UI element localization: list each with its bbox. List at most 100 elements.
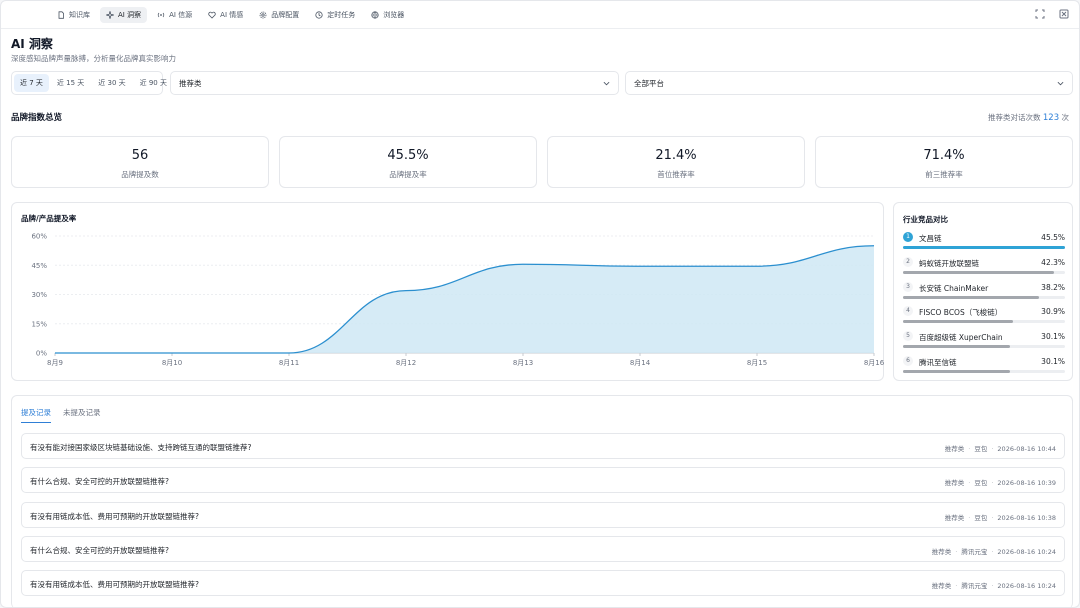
x-tick-label: 8月12 xyxy=(396,359,416,367)
nav-tab-label: 知识库 xyxy=(69,11,90,19)
kpi-label: 首位推荐率 xyxy=(657,170,695,179)
nav-tabs: 知识库 AI 洞察 AI 信源 AI 情感 品牌配置 定时任务 浏览器 xyxy=(51,7,410,23)
record-time: 2026-08-16 10:44 xyxy=(997,445,1056,453)
record-tab[interactable]: 提及记录 xyxy=(21,407,51,423)
record-meta: 推荐类 · 腾讯元宝 · 2026-08-16 10:24 xyxy=(932,546,1056,556)
record-source: 腾讯元宝 xyxy=(961,582,988,591)
y-tick-label: 45% xyxy=(31,262,47,270)
record-tab[interactable]: 未提及记录 xyxy=(63,407,101,423)
globe-icon xyxy=(371,11,379,19)
document-icon xyxy=(57,11,65,19)
x-tick-label: 8月15 xyxy=(747,359,767,367)
meta-separator: · xyxy=(968,445,971,453)
competitor-value: 38.2% xyxy=(1041,282,1065,292)
record-time: 2026-08-16 10:24 xyxy=(997,582,1056,591)
record-question: 有没有能对接国家级区块链基础设施、支持跨链互通的联盟链推荐? xyxy=(30,443,252,452)
range-button[interactable]: 近 90 天 xyxy=(134,74,173,92)
conversation-count-label: 推荐类对话次数 xyxy=(987,113,1041,122)
range-button[interactable]: 近 7 天 xyxy=(14,74,49,92)
competitor-row[interactable]: 2 蚂蚁链开放联盟链 42.3% xyxy=(903,256,1065,277)
nav-tab[interactable]: 品牌配置 xyxy=(253,7,305,23)
record-row[interactable]: 有没有用链成本低、费用可预期的开放联盟链推荐? 推荐类 · 豆包 · 2026-08-16… xyxy=(21,501,1065,528)
competitor-name: 文昌链 xyxy=(919,234,942,243)
record-time: 2026-08-16 10:38 xyxy=(997,513,1056,522)
competitor-rank: 4 xyxy=(903,306,913,317)
conversation-count: 推荐类对话次数 123 次 xyxy=(988,112,1069,123)
record-category: 推荐类 xyxy=(944,445,965,453)
mention-rate-chart-card: 品牌/产品提及率 0% 15% 30% 45% 60% 8月9 8月10 8月11 8月12 8月… xyxy=(11,202,885,381)
kpi-label: 品牌提及率 xyxy=(389,170,427,179)
kpi-value: 56 xyxy=(131,148,149,163)
nav-tab[interactable]: 定时任务 xyxy=(309,7,361,23)
nav-tab[interactable]: AI 信源 xyxy=(151,7,198,23)
nav-tab[interactable]: 知识库 xyxy=(51,7,96,23)
record-row[interactable]: 有什么合规、安全可控的开放联盟链推荐? 推荐类 · 腾讯元宝 · 2026-08-16 1… xyxy=(21,535,1065,562)
close-panel-icon[interactable] xyxy=(1059,9,1069,19)
record-category: 推荐类 xyxy=(931,582,952,591)
nav-tab-label: AI 情感 xyxy=(220,11,244,19)
competitor-bar-fill xyxy=(903,370,1011,373)
record-meta: 推荐类 · 腾讯元宝 · 2026-08-16 10:24 xyxy=(932,580,1056,590)
competitor-bar-track xyxy=(903,270,1065,274)
record-category: 推荐类 xyxy=(944,513,965,522)
competitor-rank: 5 xyxy=(903,331,913,342)
competitor-name: FISCO BCOS（飞梭链） xyxy=(919,308,1003,318)
overview-title: 品牌指数总览 xyxy=(11,113,63,123)
conversation-count-unit: 次 xyxy=(1061,113,1070,122)
window-controls xyxy=(1035,9,1069,19)
kpi-card-top3-rate: 71.4% 前三推荐率 xyxy=(815,136,1073,188)
range-button[interactable]: 近 15 天 xyxy=(51,74,90,92)
competitor-name: 腾讯至信链 xyxy=(919,358,957,367)
chevron-down-icon xyxy=(1057,81,1064,86)
record-time: 2026-08-16 10:39 xyxy=(997,479,1056,488)
meta-separator: · xyxy=(991,445,994,453)
competitor-value: 42.3% xyxy=(1041,257,1065,267)
record-row[interactable]: 有没有能对接国家级区块链基础设施、支持跨链互通的联盟链推荐? 推荐类 · 豆包 · 202… xyxy=(21,433,1065,459)
category-select[interactable]: 推荐类 xyxy=(170,71,619,95)
competitor-rank: 6 xyxy=(903,356,913,366)
record-row[interactable]: 有没有用链成本低、费用可预期的开放联盟链推荐? 推荐类 · 腾讯元宝 · 2026-08-… xyxy=(21,570,1065,597)
competitor-row[interactable]: 3 长安链 ChainMaker 38.2% xyxy=(903,281,1065,302)
top-nav: 知识库 AI 洞察 AI 信源 AI 情感 品牌配置 定时任务 浏览器 xyxy=(1,1,1079,29)
kpi-label: 品牌提及数 xyxy=(121,170,159,179)
kpi-value: 71.4% xyxy=(923,148,965,163)
competitor-row[interactable]: 6 腾讯至信链 30.1% xyxy=(903,356,1065,376)
conversation-count-value: 123 xyxy=(1042,113,1060,123)
competitor-name: 长安链 ChainMaker xyxy=(919,283,989,293)
nav-tab-label: AI 洞察 xyxy=(118,11,142,19)
sparkle-icon xyxy=(106,11,114,19)
records-card: 提及记录 未提及记录 有没有能对接国家级区块链基础设施、支持跨链互通的联盟链推荐?… xyxy=(11,395,1073,607)
platform-select[interactable]: 全部平台 xyxy=(625,71,1073,95)
competitor-row[interactable]: 5 百度超级链 XuperChain 30.1% xyxy=(903,331,1065,351)
competitor-row[interactable]: 4 FISCO BCOS（飞梭链） 30.9% xyxy=(903,306,1065,326)
nav-tab-label: 定时任务 xyxy=(327,11,356,19)
nav-tab[interactable]: AI 洞察 xyxy=(100,7,148,23)
competitor-bar-track xyxy=(903,295,1065,299)
kpi-card-mentions: 56 品牌提及数 xyxy=(11,136,269,188)
record-category: 推荐类 xyxy=(931,547,952,556)
record-time: 2026-08-16 10:24 xyxy=(997,547,1056,556)
record-row[interactable]: 有什么合规、安全可控的开放联盟链推荐? 推荐类 · 豆包 · 2026-08-16 10:… xyxy=(21,467,1065,494)
range-button[interactable]: 近 30 天 xyxy=(92,74,131,92)
competitor-bar-track xyxy=(903,345,1065,349)
competitor-bar-fill xyxy=(903,345,1011,349)
nav-tab[interactable]: 浏览器 xyxy=(365,7,410,23)
nav-tab[interactable]: AI 情感 xyxy=(202,7,249,23)
competitor-name: 蚂蚁链开放联盟链 xyxy=(919,258,979,268)
record-question: 有没有用链成本低、费用可预期的开放联盟链推荐? xyxy=(30,511,199,521)
x-tick-label: 8月11 xyxy=(279,359,299,367)
y-tick-label: 60% xyxy=(31,233,47,241)
competitor-row[interactable]: 1 文昌链 45.5% xyxy=(903,232,1065,252)
app-window: 知识库 AI 洞察 AI 信源 AI 情感 品牌配置 定时任务 浏览器 AI 洞察 深度感知… xyxy=(0,0,1080,608)
kpi-label: 前三推荐率 xyxy=(925,170,963,179)
date-range-selector: 近 7 天近 15 天近 30 天近 90 天 xyxy=(11,71,167,95)
clock-icon xyxy=(315,11,323,19)
platform-select-value: 全部平台 xyxy=(634,78,664,88)
record-source: 豆包 xyxy=(974,479,988,488)
nav-tab-label: 浏览器 xyxy=(383,11,405,19)
gear-icon xyxy=(259,11,267,19)
x-tick-label: 8月13 xyxy=(513,359,533,367)
fullscreen-icon[interactable] xyxy=(1035,9,1045,19)
meta-separator: · xyxy=(955,547,958,556)
competitor-value: 30.1% xyxy=(1041,332,1065,342)
